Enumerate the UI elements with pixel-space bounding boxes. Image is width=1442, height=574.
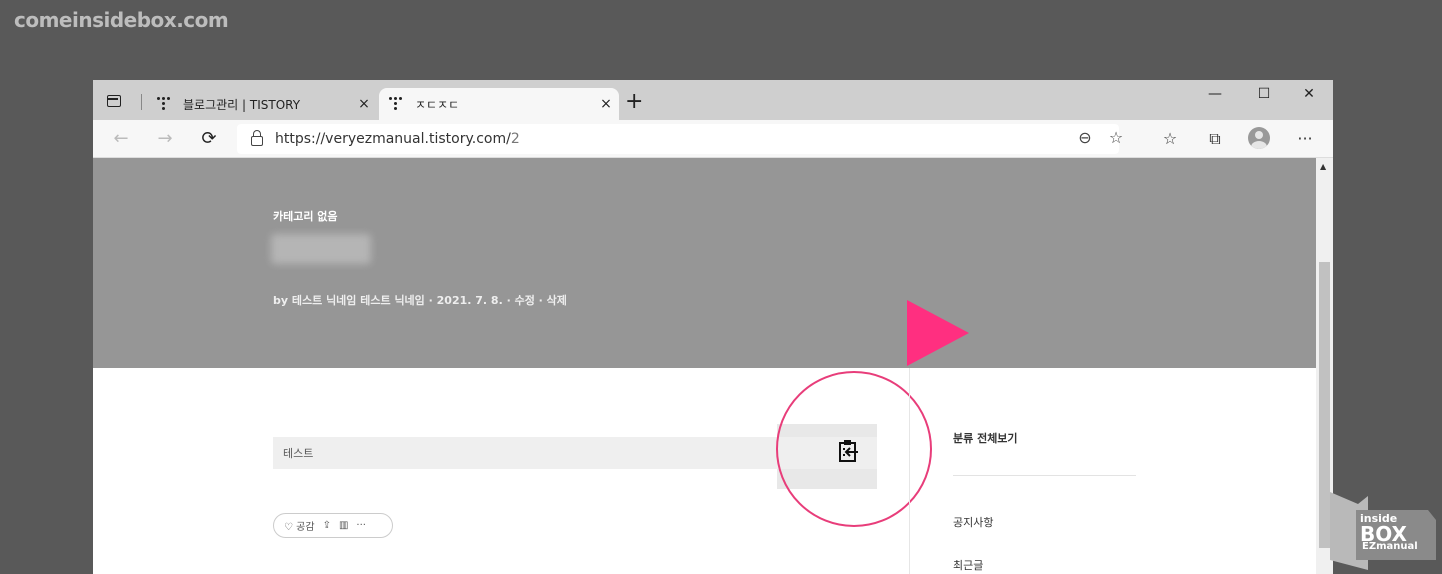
more-menu-icon[interactable]: ··· [1292, 129, 1318, 148]
profile-avatar[interactable] [1248, 127, 1270, 149]
post-meta: by 테스트 닉네임 테스트 닉네임 · 2021. 7. 8. · 수정 · … [273, 294, 567, 307]
blurred-title [271, 234, 371, 264]
tab-label: ㅈㄷㅈㄷ [415, 97, 460, 112]
post-category[interactable]: 카테고리 없음 [273, 208, 338, 224]
refresh-icon[interactable]: ⟳ [196, 128, 222, 149]
reaction-bar: ♡ 공감 ⇪ ▥ ··· [273, 513, 393, 538]
post-header: 카테고리 없음 by 테스트 닉네임 테스트 닉네임 · 2021. 7. 8.… [93, 158, 1316, 368]
tab-label: 블로그관리 | TISTORY [183, 97, 301, 112]
forward-icon[interactable]: → [152, 128, 178, 149]
logo-text-bottom: EZmanual [1362, 541, 1418, 552]
sidebar-notice[interactable]: 공지사항 [953, 514, 993, 530]
code-text: 테스트 [283, 447, 314, 460]
maximize-button[interactable]: ☐ [1249, 86, 1279, 102]
tab-strip: 블로그관리 | TISTORY × ㅈㄷㅈㄷ × + — ☐ ✕ [93, 80, 1333, 120]
minimize-button[interactable]: — [1200, 86, 1230, 102]
zoom-out-icon[interactable]: ⊖ [1072, 128, 1098, 147]
add-favorite-icon[interactable]: ☆ [1103, 128, 1129, 147]
tistory-icon [389, 97, 403, 111]
new-tab-button[interactable]: + [625, 91, 643, 113]
collections-icon[interactable]: ⧉ [1202, 129, 1228, 149]
sidebar-divider [909, 368, 910, 574]
pointer-arrow [907, 300, 969, 366]
address-bar-row: ← → ⟳ https://veryezmanual.tistory.com/2… [93, 120, 1333, 158]
sidebar-line [953, 475, 1136, 476]
scroll-up-icon[interactable]: ▲ [1320, 162, 1326, 171]
address-input[interactable]: https://veryezmanual.tistory.com/2 ⊖ ☆ [237, 124, 1123, 154]
tab-separator [141, 94, 142, 110]
tab-close-icon[interactable]: × [351, 96, 377, 112]
tab-close-icon[interactable]: × [593, 96, 619, 112]
tab-actions-icon[interactable] [107, 95, 121, 107]
tab-blog-admin[interactable]: 블로그관리 | TISTORY × [147, 88, 377, 120]
heart-icon[interactable]: ♡ 공감 [284, 518, 315, 533]
lock-icon [251, 130, 263, 146]
page-content: 카테고리 없음 by 테스트 닉네임 테스트 닉네임 · 2021. 7. 8.… [93, 158, 1316, 574]
back-icon[interactable]: ← [108, 128, 134, 149]
more-icon[interactable]: ··· [356, 520, 366, 531]
url-text: https://veryezmanual.tistory.com/2 [275, 131, 520, 147]
close-window-button[interactable]: ✕ [1294, 86, 1324, 102]
sidebar-all-categories[interactable]: 분류 전체보기 [953, 430, 1018, 446]
tab-post[interactable]: ㅈㄷㅈㄷ × [379, 88, 619, 120]
share-icon[interactable]: ⇪ [323, 520, 331, 531]
browser-window: 블로그관리 | TISTORY × ㅈㄷㅈㄷ × + — ☐ ✕ ← → ⟳ h… [93, 80, 1333, 574]
sidebar-recent[interactable]: 최근글 [953, 557, 983, 573]
favorites-icon[interactable]: ☆ [1157, 129, 1183, 148]
stats-icon[interactable]: ▥ [339, 520, 348, 531]
tistory-icon [157, 97, 171, 111]
watermark-text: comeinsidebox.com [14, 8, 229, 32]
